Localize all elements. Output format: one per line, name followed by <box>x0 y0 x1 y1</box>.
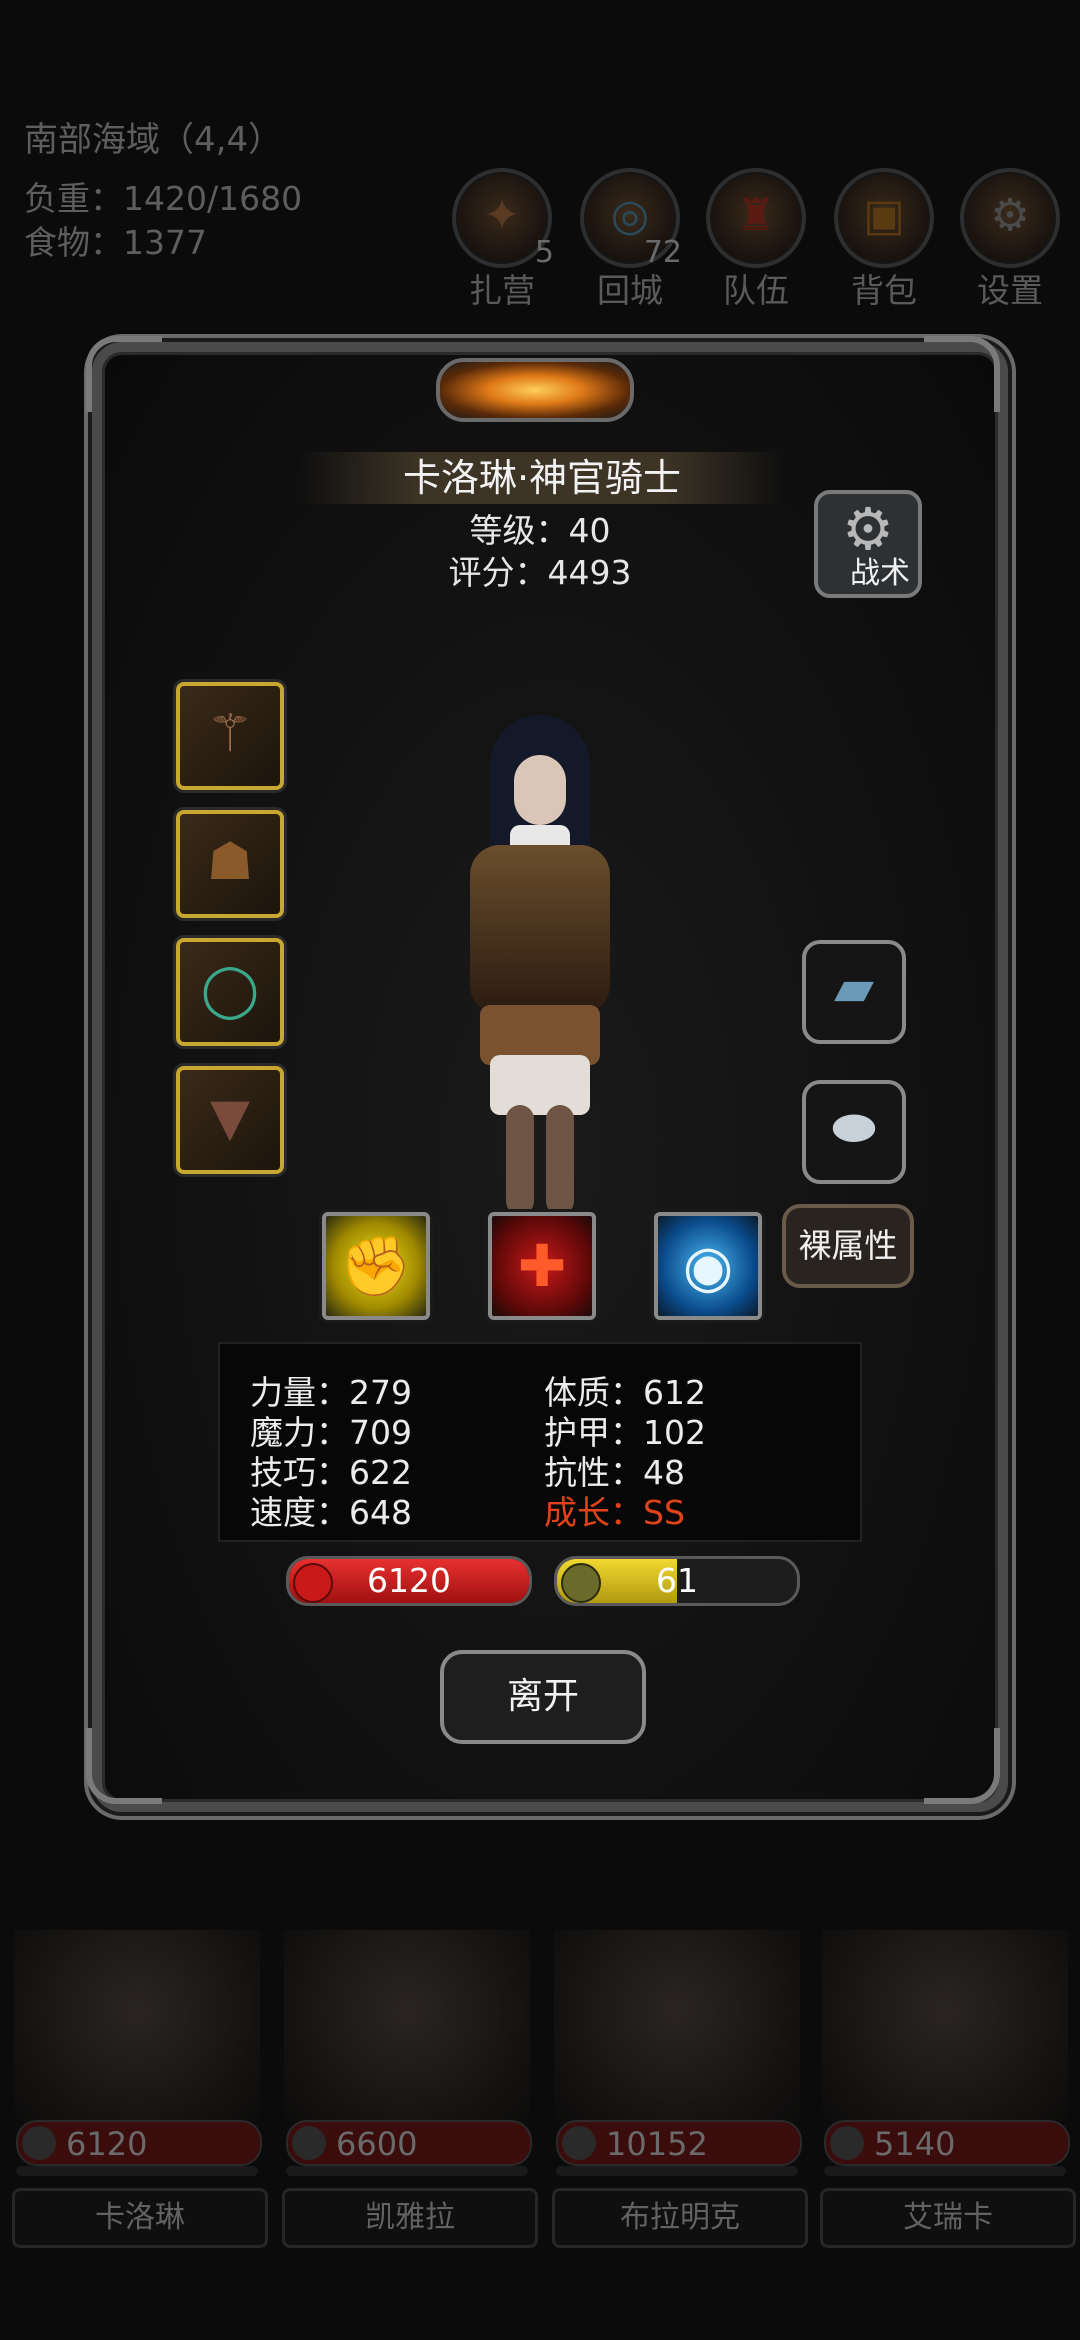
energy-value: 61 <box>656 1561 698 1600</box>
team-hp-value: 6600 <box>336 2125 418 2163</box>
team-icon: ♜ <box>736 190 776 241</box>
equip-slot-armor[interactable]: ☗ <box>176 810 284 918</box>
gear-icon: ⚙ <box>990 190 1030 241</box>
team-portrait <box>14 1930 260 2130</box>
frame-corner <box>924 336 1000 412</box>
hp-icon <box>562 2126 596 2160</box>
hero-name: 卡洛琳·神官骑士 <box>300 452 784 504</box>
team-hp-bar: 5140 <box>824 2120 1070 2166</box>
settings-label: 设置 <box>977 271 1043 310</box>
settings-button[interactable]: ⚙ 设置 <box>960 168 1060 310</box>
team-label: 队伍 <box>723 271 789 310</box>
team-member-card[interactable]: 5140 艾瑞卡 <box>812 1930 1078 2248</box>
team-portrait <box>554 1930 800 2130</box>
equip-slot-ring[interactable]: ◯ <box>176 938 284 1046</box>
team-button[interactable]: ♜ 队伍 <box>706 168 806 310</box>
frame-corner <box>86 1728 162 1804</box>
team-name: 凯雅拉 <box>282 2188 538 2248</box>
team-name: 卡洛琳 <box>12 2188 268 2248</box>
stone-icon: ⬬ <box>831 1098 877 1158</box>
cloak-icon: ☗ <box>206 832 254 892</box>
camp-label: 扎营 <box>469 271 535 310</box>
team-member-card[interactable]: 6120 卡洛琳 <box>4 1930 270 2248</box>
book-icon: ▰ <box>834 958 874 1018</box>
team-hp-bar: 6600 <box>286 2120 532 2166</box>
skill-eye[interactable]: ◉ <box>654 1212 762 1320</box>
team-hp-bar: 10152 <box>556 2120 802 2166</box>
equip-slot-book[interactable]: ▰ <box>802 940 906 1044</box>
hp-icon <box>830 2126 864 2160</box>
dialog-crest <box>410 350 660 430</box>
team-hp-value: 5140 <box>874 2125 956 2163</box>
backpack-button[interactable]: ▣ 背包 <box>834 168 934 310</box>
tactics-button[interactable]: ⚙ 战术 <box>814 490 922 598</box>
load-label: 负重：1420/1680 <box>24 179 303 218</box>
return-label: 回城 <box>597 271 663 310</box>
location-label: 南部海域（4,4） <box>24 120 283 160</box>
tactics-label: 战术 <box>850 556 910 591</box>
team-portrait <box>822 1930 1068 2130</box>
team-energy-bar <box>286 2166 528 2176</box>
eye-icon: ◉ <box>682 1232 734 1300</box>
team-hp-bar: 6120 <box>16 2120 262 2166</box>
team-energy-bar <box>556 2166 798 2176</box>
return-town-button[interactable]: ◎ 72 回城 <box>580 168 682 310</box>
portal-icon: ◎ <box>610 190 650 241</box>
camp-badge: 5 <box>534 235 554 270</box>
hp-value: 6120 <box>367 1561 451 1600</box>
fist-icon: ✊ <box>339 1232 413 1300</box>
backpack-icon: ▣ <box>863 190 905 241</box>
hp-icon <box>292 2126 326 2160</box>
return-badge: 72 <box>643 235 682 270</box>
team-name: 布拉明克 <box>552 2188 808 2248</box>
food-label: 食物：1377 <box>24 223 207 262</box>
hp-bar: 6120 <box>286 1556 532 1606</box>
team-member-card[interactable]: 10152 布拉明克 <box>544 1930 810 2248</box>
ring-icon: ◯ <box>200 960 260 1020</box>
skill-heal[interactable]: ✚ <box>488 1212 596 1320</box>
team-hp-value: 6120 <box>66 2125 148 2163</box>
energy-bar: 61 <box>554 1556 800 1606</box>
skill-fist[interactable]: ✊ <box>322 1212 430 1320</box>
naked-attributes-button[interactable]: 裸属性 <box>782 1204 914 1288</box>
camp-button[interactable]: ✦ 5 扎营 <box>452 168 554 310</box>
equip-slot-stone[interactable]: ⬬ <box>802 1080 906 1184</box>
moon-emblem-icon <box>436 358 634 422</box>
team-energy-bar <box>16 2166 258 2176</box>
frame-corner <box>86 336 162 412</box>
mace-icon: ⚚ <box>206 704 254 764</box>
equip-slot-weapon[interactable]: ⚚ <box>176 682 284 790</box>
equip-slot-cape[interactable]: ▼ <box>176 1066 284 1174</box>
frame-corner <box>924 1728 1000 1804</box>
campfire-icon: ✦ <box>483 190 521 241</box>
hero-portrait <box>420 715 660 1215</box>
leave-button[interactable]: 离开 <box>440 1650 646 1744</box>
heal-cross-icon: ✚ <box>517 1232 567 1300</box>
cape-icon: ▼ <box>210 1088 250 1148</box>
team-name: 艾瑞卡 <box>820 2188 1076 2248</box>
team-energy-bar <box>824 2166 1066 2176</box>
team-portrait <box>284 1930 530 2130</box>
team-hp-value: 10152 <box>606 2125 708 2163</box>
hp-icon <box>22 2126 56 2160</box>
backpack-label: 背包 <box>851 271 917 310</box>
stat-growth: 成长：SS <box>544 1493 685 1532</box>
stat-speed: 速度：648 <box>250 1493 412 1532</box>
team-member-card[interactable]: 6600 凯雅拉 <box>274 1930 540 2248</box>
